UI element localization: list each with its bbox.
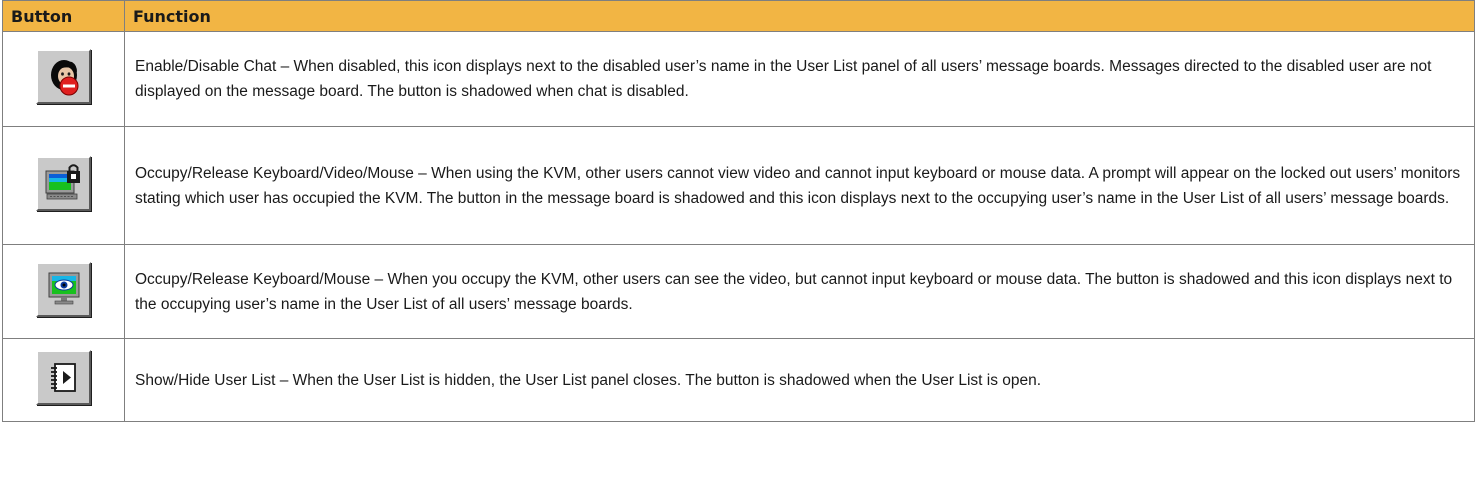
occupy-keyboard-mouse-button[interactable] — [36, 261, 91, 317]
table-header-row: Button Function — [2, 0, 1475, 32]
occupy-kvm-button[interactable] — [36, 155, 91, 211]
icon-cell — [2, 31, 125, 127]
function-description: Enable/Disable Chat – When disabled, thi… — [124, 31, 1475, 127]
table-row: Show/Hide User List – When the User List… — [2, 338, 1475, 422]
user-list-toggle-button[interactable] — [36, 350, 91, 405]
icon-cell — [2, 126, 125, 245]
button-function-table: Button Function Enable/Disable Chat – Wh… — [2, 0, 1475, 422]
chat-toggle-button[interactable] — [36, 49, 91, 104]
keyboard-mouse-eye-monitor-icon — [48, 272, 79, 305]
kvm-locked-monitor-icon — [45, 164, 80, 200]
function-description: Occupy/Release Keyboard/Mouse – When you… — [124, 244, 1475, 339]
table-row: Enable/Disable Chat – When disabled, thi… — [2, 31, 1475, 127]
icon-cell — [2, 244, 125, 339]
table-row: Occupy/Release Keyboard/Video/Mouse – Wh… — [2, 126, 1475, 245]
function-description: Show/Hide User List – When the User List… — [124, 338, 1475, 422]
table-row: Occupy/Release Keyboard/Mouse – When you… — [2, 244, 1475, 339]
icon-cell — [2, 338, 125, 422]
user-list-toggle-icon — [50, 362, 76, 392]
header-button: Button — [2, 0, 125, 32]
function-description: Occupy/Release Keyboard/Video/Mouse – Wh… — [124, 126, 1475, 245]
header-function: Function — [124, 0, 1475, 32]
chat-disabled-icon — [50, 59, 78, 95]
